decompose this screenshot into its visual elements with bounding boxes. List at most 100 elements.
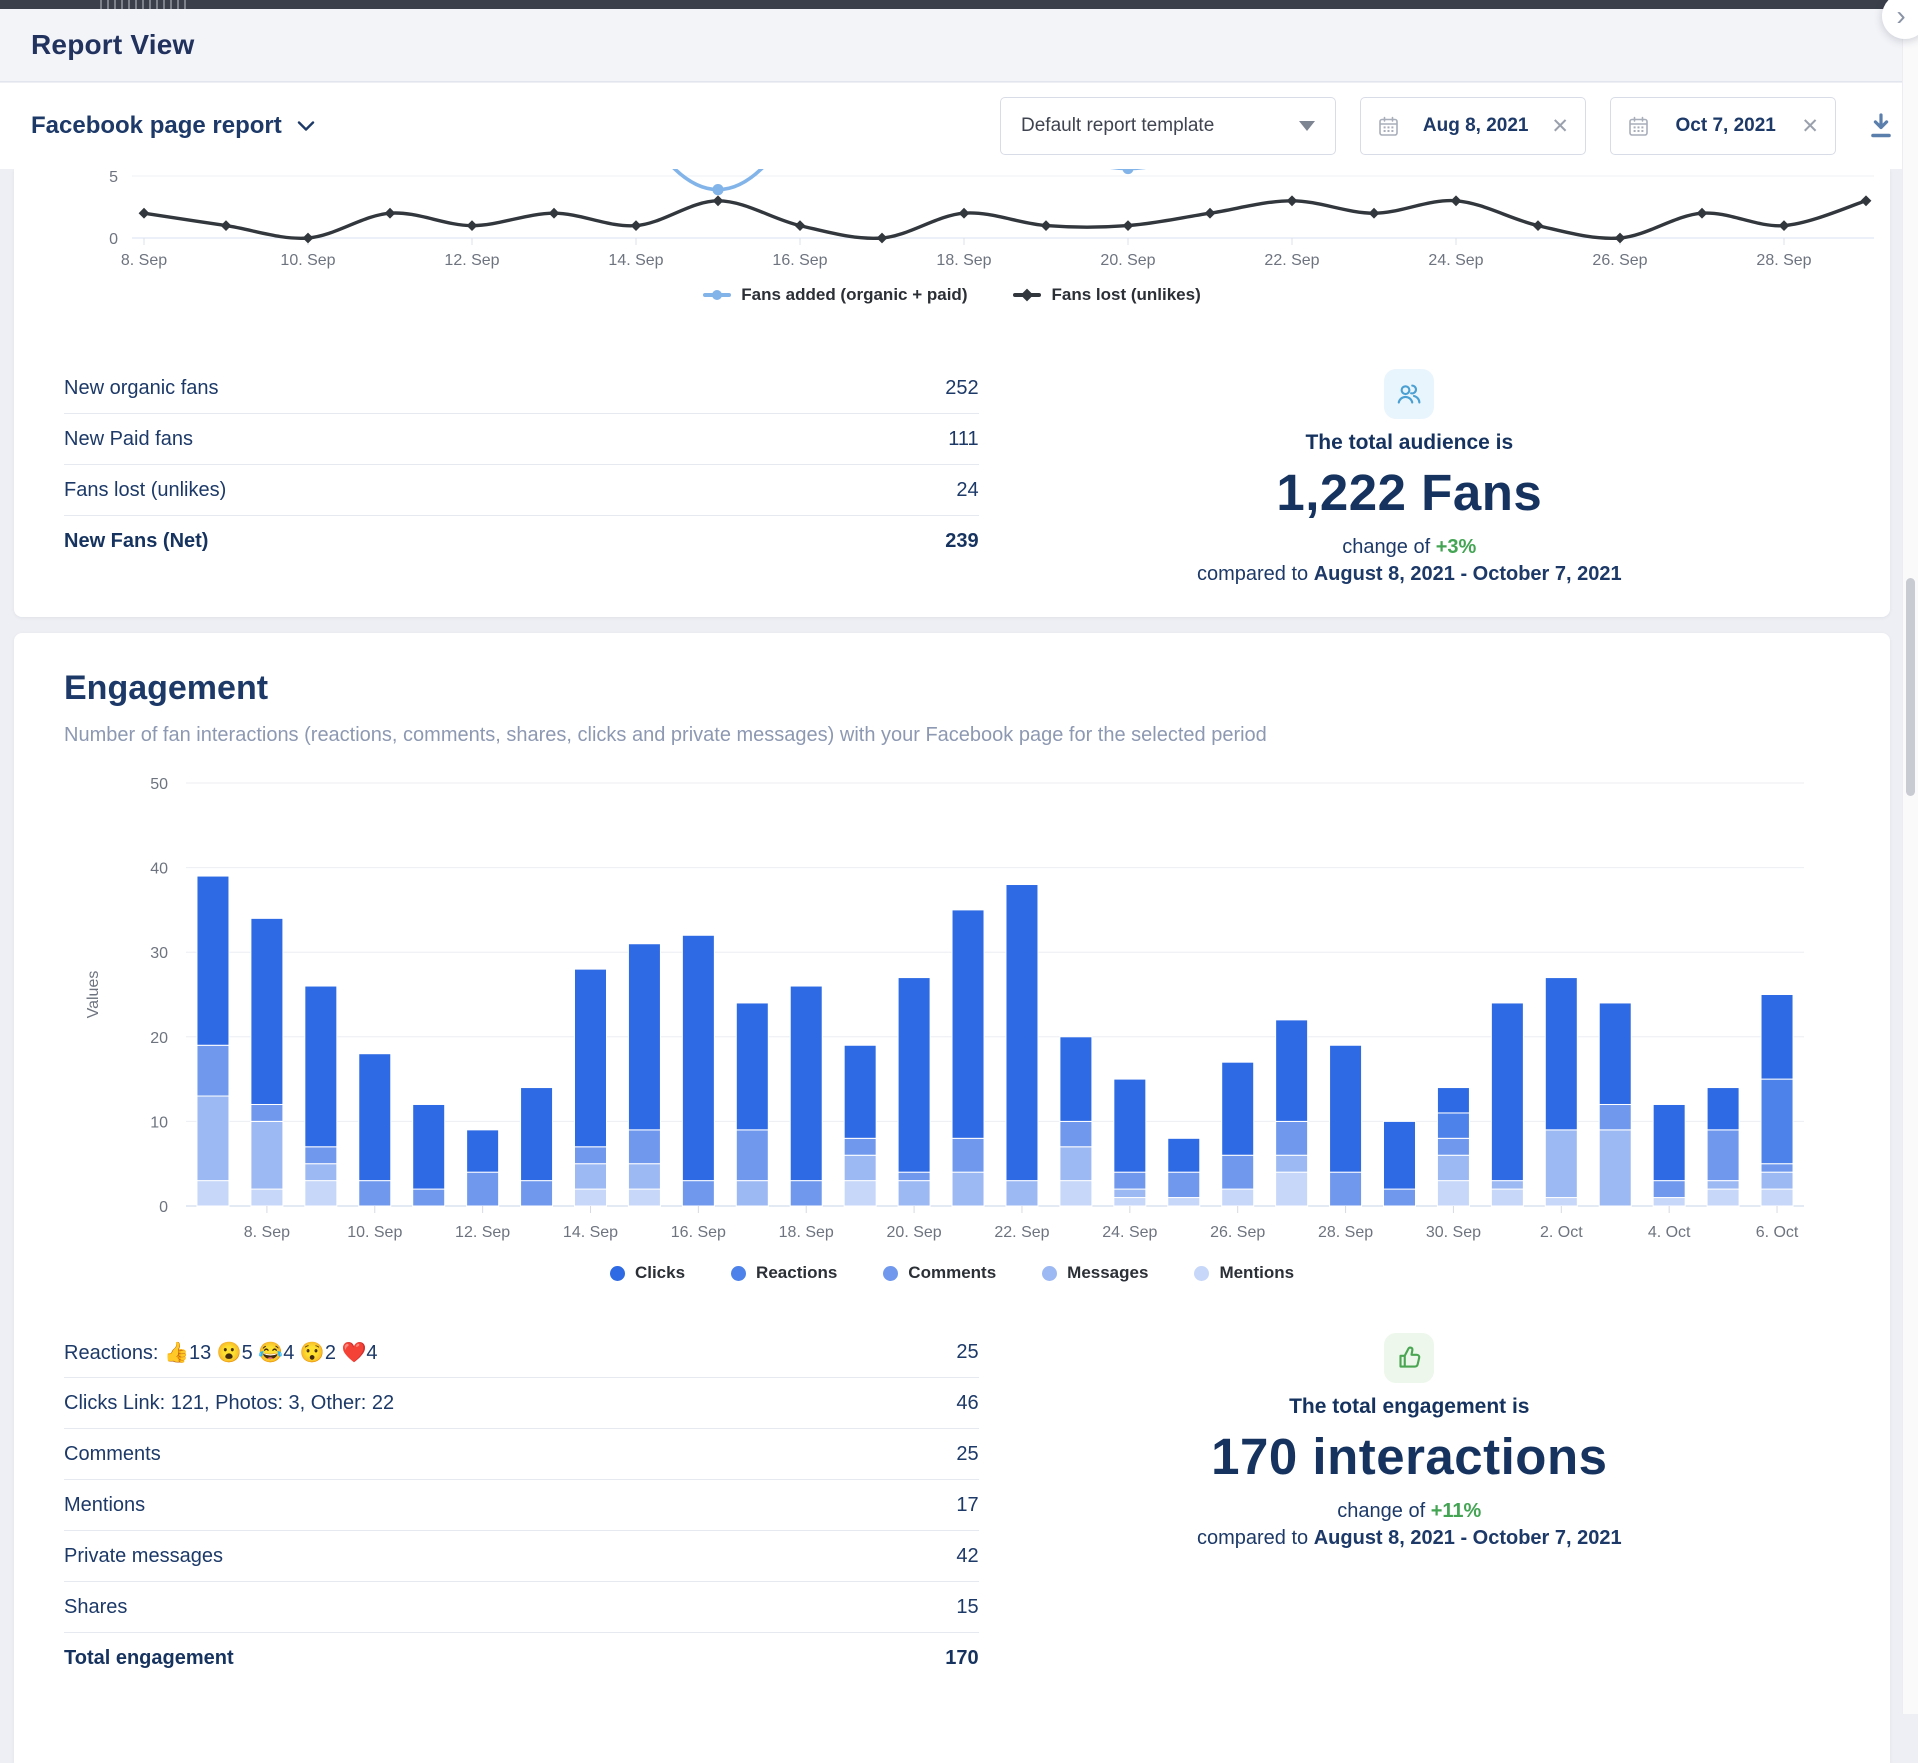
table-row: Mentions17 [64, 1479, 979, 1530]
table-row-label: Clicks Link: 121, Photos: 3, Other: 22 [64, 1392, 394, 1415]
legend-label: Clicks [635, 1263, 685, 1283]
svg-text:16. Sep: 16. Sep [772, 252, 827, 269]
engagement-bar-chart: 01020304050Values8. Sep10. Sep12. Sep14.… [64, 769, 1840, 1255]
svg-text:10. Sep: 10. Sep [280, 252, 335, 269]
table-row-label: Comments [64, 1443, 161, 1466]
date-from-value: Aug 8, 2021 [1408, 115, 1543, 137]
toolbar: Facebook page report Default report temp… [0, 83, 1918, 169]
audience-compare-range: August 8, 2021 - October 7, 2021 [1314, 563, 1622, 585]
page-header: Report View [0, 9, 1918, 82]
fans-chart-legend: Fans added (organic + paid) Fans lost (un… [14, 285, 1890, 305]
svg-text:30: 30 [150, 945, 168, 962]
engagement-section-subtitle: Number of fan interactions (reactions, c… [64, 724, 1840, 747]
legend-label: Messages [1067, 1263, 1148, 1283]
download-icon [1866, 111, 1896, 141]
svg-text:24. Sep: 24. Sep [1102, 1224, 1157, 1241]
svg-text:4. Oct: 4. Oct [1648, 1224, 1691, 1241]
browser-chrome-remnant [100, 0, 190, 9]
table-row: New organic fans 252 [64, 363, 979, 413]
table-row-label: New organic fans [64, 377, 219, 400]
svg-text:16. Sep: 16. Sep [671, 1224, 726, 1241]
date-to-clear-icon[interactable]: ✕ [1801, 116, 1819, 137]
table-row: Fans lost (unlikes) 24 [64, 464, 979, 515]
audience-summary: The total audience is 1,222 Fans change … [1197, 369, 1622, 586]
engagement-summary-headline: 170 interactions [1211, 1427, 1607, 1486]
fans-line-chart: 508. Sep10. Sep12. Sep14. Sep16. Sep18. … [14, 169, 1890, 277]
table-row-label: Mentions [64, 1494, 145, 1517]
calendar-icon [1377, 115, 1400, 138]
engagement-table: Reactions: 👍13 😮5 😂4 😯2 ❤️425 Clicks Link… [64, 1327, 979, 1683]
engagement-summary-change: change of +11% [1337, 1500, 1481, 1523]
svg-text:26. Sep: 26. Sep [1210, 1224, 1265, 1241]
select-caret-icon [1299, 121, 1315, 131]
table-row-value: 15 [956, 1596, 978, 1619]
legend-item-mentions[interactable]: Mentions [1194, 1263, 1294, 1283]
legend-item-messages[interactable]: Messages [1042, 1263, 1148, 1283]
template-select[interactable]: Default report template [1000, 97, 1336, 155]
svg-text:6. Oct: 6. Oct [1756, 1224, 1799, 1241]
audience-card: 508. Sep10. Sep12. Sep14. Sep16. Sep18. … [14, 169, 1890, 617]
engagement-change-value: +11% [1431, 1500, 1482, 1522]
table-row-label: New Paid fans [64, 428, 193, 451]
table-row-label: Shares [64, 1596, 127, 1619]
report-name-dropdown[interactable]: Facebook page report [31, 112, 316, 140]
table-row: Total engagement170 [64, 1632, 979, 1683]
table-row-label: Private messages [64, 1545, 223, 1568]
svg-text:20. Sep: 20. Sep [1100, 252, 1155, 269]
browser-chrome-strip [0, 0, 1918, 9]
table-row-label: Fans lost (unlikes) [64, 479, 226, 502]
svg-text:10: 10 [150, 1114, 168, 1131]
table-row-value: 25 [956, 1341, 978, 1364]
date-from-clear-icon[interactable]: ✕ [1551, 116, 1569, 137]
svg-text:28. Sep: 28. Sep [1756, 252, 1811, 269]
date-to-value: Oct 7, 2021 [1658, 115, 1793, 137]
svg-text:40: 40 [150, 861, 168, 878]
download-report-button[interactable] [1860, 105, 1902, 147]
legend-marker-icon [1013, 293, 1041, 297]
table-row-value: 46 [956, 1392, 978, 1415]
legend-marker-icon [610, 1266, 625, 1281]
table-row-value: 111 [948, 428, 978, 451]
table-row: Reactions: 👍13 😮5 😂4 😯2 ❤️425 [64, 1327, 979, 1377]
svg-text:20: 20 [150, 1030, 168, 1047]
scrollbar-thumb[interactable] [1906, 578, 1915, 796]
svg-text:0: 0 [109, 231, 118, 248]
legend-marker-icon [883, 1266, 898, 1281]
legend-item-reactions[interactable]: Reactions [731, 1263, 837, 1283]
page-title: Report View [31, 29, 195, 61]
audience-summary-lead: The total audience is [1305, 431, 1513, 455]
svg-text:10. Sep: 10. Sep [347, 1224, 402, 1241]
svg-text:8. Sep: 8. Sep [121, 252, 167, 269]
table-row-value: 252 [945, 377, 978, 400]
table-row-value: 24 [956, 479, 978, 502]
svg-text:22. Sep: 22. Sep [994, 1224, 1049, 1241]
engagement-chart-legend: Clicks Reactions Comments Messages Mentions [64, 1263, 1840, 1283]
svg-text:12. Sep: 12. Sep [444, 252, 499, 269]
calendar-icon [1627, 115, 1650, 138]
svg-text:Values: Values [85, 971, 102, 1019]
users-icon [1384, 369, 1434, 419]
chevron-down-icon [296, 119, 316, 133]
page-scrollbar[interactable] [1902, 0, 1918, 1714]
date-to-picker[interactable]: Oct 7, 2021 ✕ [1610, 97, 1836, 155]
svg-text:2. Oct: 2. Oct [1540, 1224, 1583, 1241]
legend-item-fans-lost-unlikes-[interactable]: Fans lost (unlikes) [1013, 285, 1200, 305]
table-row: New Paid fans 111 [64, 413, 979, 464]
table-row: Comments25 [64, 1428, 979, 1479]
svg-text:5: 5 [109, 169, 118, 186]
table-row: Private messages42 [64, 1530, 979, 1581]
svg-text:28. Sep: 28. Sep [1318, 1224, 1373, 1241]
svg-text:24. Sep: 24. Sep [1428, 252, 1483, 269]
date-from-picker[interactable]: Aug 8, 2021 ✕ [1360, 97, 1586, 155]
engagement-summary-lead: The total engagement is [1289, 1395, 1529, 1419]
audience-summary-change: change of +3% [1342, 536, 1476, 559]
legend-item-comments[interactable]: Comments [883, 1263, 996, 1283]
legend-item-clicks[interactable]: Clicks [610, 1263, 685, 1283]
template-select-value: Default report template [1021, 115, 1214, 137]
svg-text:30. Sep: 30. Sep [1426, 1224, 1481, 1241]
table-row-value: 239 [945, 530, 978, 553]
table-row-value: 170 [945, 1647, 978, 1670]
toolbar-right: Default report template Aug 8, 2021 ✕ Oc… [1000, 97, 1902, 155]
legend-item-fans-added-organic-paid-[interactable]: Fans added (organic + paid) [703, 285, 967, 305]
audience-change-value: +3% [1436, 536, 1477, 558]
